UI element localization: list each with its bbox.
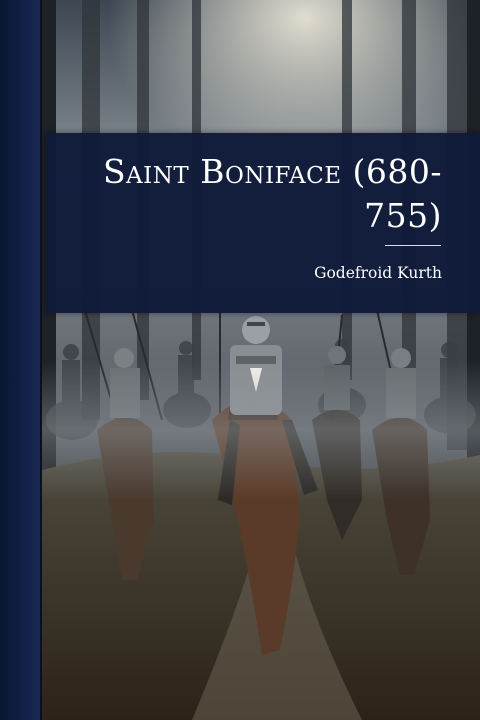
cover-spine xyxy=(0,0,40,720)
title-divider xyxy=(385,245,441,246)
book-title-line-2: 755) xyxy=(364,196,442,235)
book-author: Godefroid Kurth xyxy=(314,264,442,282)
cover-illustration xyxy=(42,0,480,720)
book-title-line-1: Saint Boniface (680- xyxy=(102,152,442,191)
book-cover: Saint Boniface (680- 755) Godefroid Kurt… xyxy=(0,0,480,720)
book-title: Saint Boniface (680- 755) xyxy=(82,150,442,238)
